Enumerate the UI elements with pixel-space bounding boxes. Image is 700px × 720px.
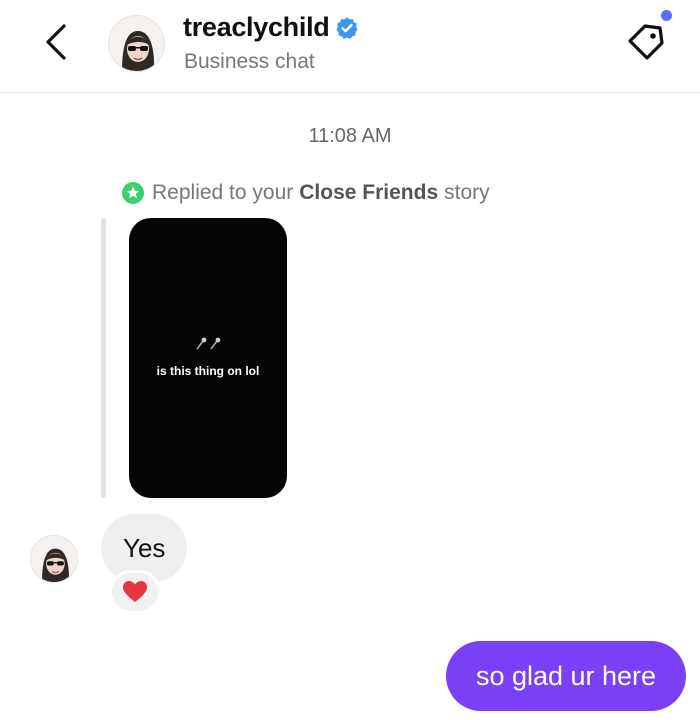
avatar[interactable]	[108, 15, 165, 72]
reply-indicator-bar	[101, 218, 106, 498]
outgoing-message[interactable]: so glad ur here	[446, 641, 686, 711]
heart-icon	[123, 581, 147, 602]
close-friends-star-icon	[122, 182, 144, 204]
tag-icon	[628, 24, 664, 60]
story-reply-label: Replied to your Close Friends story	[121, 181, 490, 205]
reaction-badge[interactable]	[109, 570, 161, 614]
sender-avatar[interactable]	[30, 535, 78, 583]
reply-prefix-text: Replied to your	[152, 181, 294, 204]
username[interactable]: treaclychild	[183, 12, 330, 43]
chat-header: treaclychild Business chat	[0, 0, 700, 93]
notification-dot	[661, 10, 672, 21]
reply-suffix-text: story	[444, 181, 490, 204]
chevron-left-icon	[46, 24, 66, 60]
title-row: treaclychild	[183, 12, 359, 43]
profile-photo-icon	[31, 536, 77, 582]
story-text: is this thing on lol	[156, 364, 260, 378]
chat-type-label: Business chat	[184, 50, 315, 73]
message-timestamp: 11:08 AM	[308, 125, 392, 147]
audience-name: Close Friends	[299, 181, 439, 204]
tag-button[interactable]	[622, 10, 678, 68]
verified-badge-icon	[336, 17, 359, 39]
back-button[interactable]	[34, 18, 78, 66]
story-preview[interactable]: is this thing on lol	[129, 218, 287, 498]
microphone-icon	[196, 337, 221, 350]
profile-photo-icon	[109, 16, 164, 71]
dm-thread-screen: treaclychild Business chat 11:08 AM Repl…	[0, 0, 700, 720]
